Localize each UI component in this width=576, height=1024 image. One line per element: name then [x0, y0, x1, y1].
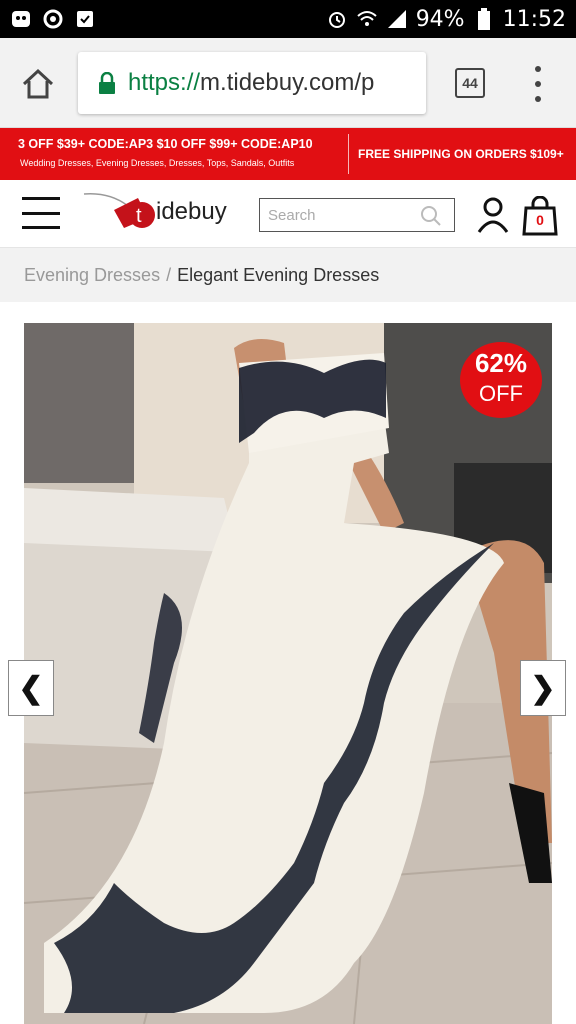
- url-scheme: https://: [128, 69, 201, 96]
- discount-label: OFF: [479, 381, 523, 406]
- clock: 11:52: [502, 6, 566, 32]
- promo-divider: [348, 134, 349, 174]
- url-host: m.tidebuy.com/p: [200, 69, 375, 96]
- hamburger-menu-icon[interactable]: [22, 197, 60, 229]
- battery-percent: 94%: [415, 6, 465, 32]
- logo-letter: t: [136, 205, 142, 227]
- url-bar[interactable]: https://m.tidebuy.com/p: [78, 52, 426, 114]
- clipboard-icon: [74, 8, 96, 30]
- alarm-icon: [326, 8, 348, 30]
- status-bar: 94% 11:52: [0, 0, 576, 38]
- signal-icon: [386, 8, 408, 30]
- sync-icon: [42, 8, 64, 30]
- overflow-menu-icon[interactable]: [528, 66, 548, 102]
- search-box: [259, 198, 455, 232]
- tab-switcher-button[interactable]: 44: [455, 68, 485, 98]
- site-header: t idebuy 0: [0, 180, 576, 248]
- breadcrumb: Evening Dresses / Elegant Evening Dresse…: [0, 248, 576, 302]
- wifi-icon: [356, 8, 378, 30]
- logo-text: idebuy: [156, 198, 227, 225]
- promo-codes: 3 OFF $39+ CODE:AP3 $10 OFF $99+ CODE:AP…: [18, 137, 313, 151]
- lock-icon: [98, 71, 116, 94]
- promo-categories: Wedding Dresses, Evening Dresses, Dresse…: [20, 158, 295, 168]
- account-icon[interactable]: [476, 196, 510, 234]
- browser-toolbar: https://m.tidebuy.com/p 44: [0, 38, 576, 128]
- breadcrumb-separator: /: [166, 264, 172, 285]
- promo-free-shipping: FREE SHIPPING ON ORDERS $109+: [358, 147, 564, 161]
- next-image-button[interactable]: ❯: [520, 660, 566, 716]
- home-icon[interactable]: [20, 66, 56, 102]
- previous-image-button[interactable]: ❮: [8, 660, 54, 716]
- notification-icon: [10, 8, 32, 30]
- discount-percent: 62%: [474, 348, 528, 378]
- discount-badge: 62% OFF: [460, 342, 542, 418]
- search-icon[interactable]: [420, 205, 442, 227]
- promo-banner[interactable]: 3 OFF $39+ CODE:AP3 $10 OFF $99+ CODE:AP…: [0, 128, 576, 180]
- search-input[interactable]: [268, 206, 418, 224]
- cart-count: 0: [536, 212, 544, 228]
- product-image[interactable]: [24, 323, 552, 1024]
- battery-icon: [473, 8, 495, 30]
- breadcrumb-current: Elegant Evening Dresses: [177, 264, 380, 285]
- breadcrumb-parent[interactable]: Evening Dresses: [24, 265, 160, 286]
